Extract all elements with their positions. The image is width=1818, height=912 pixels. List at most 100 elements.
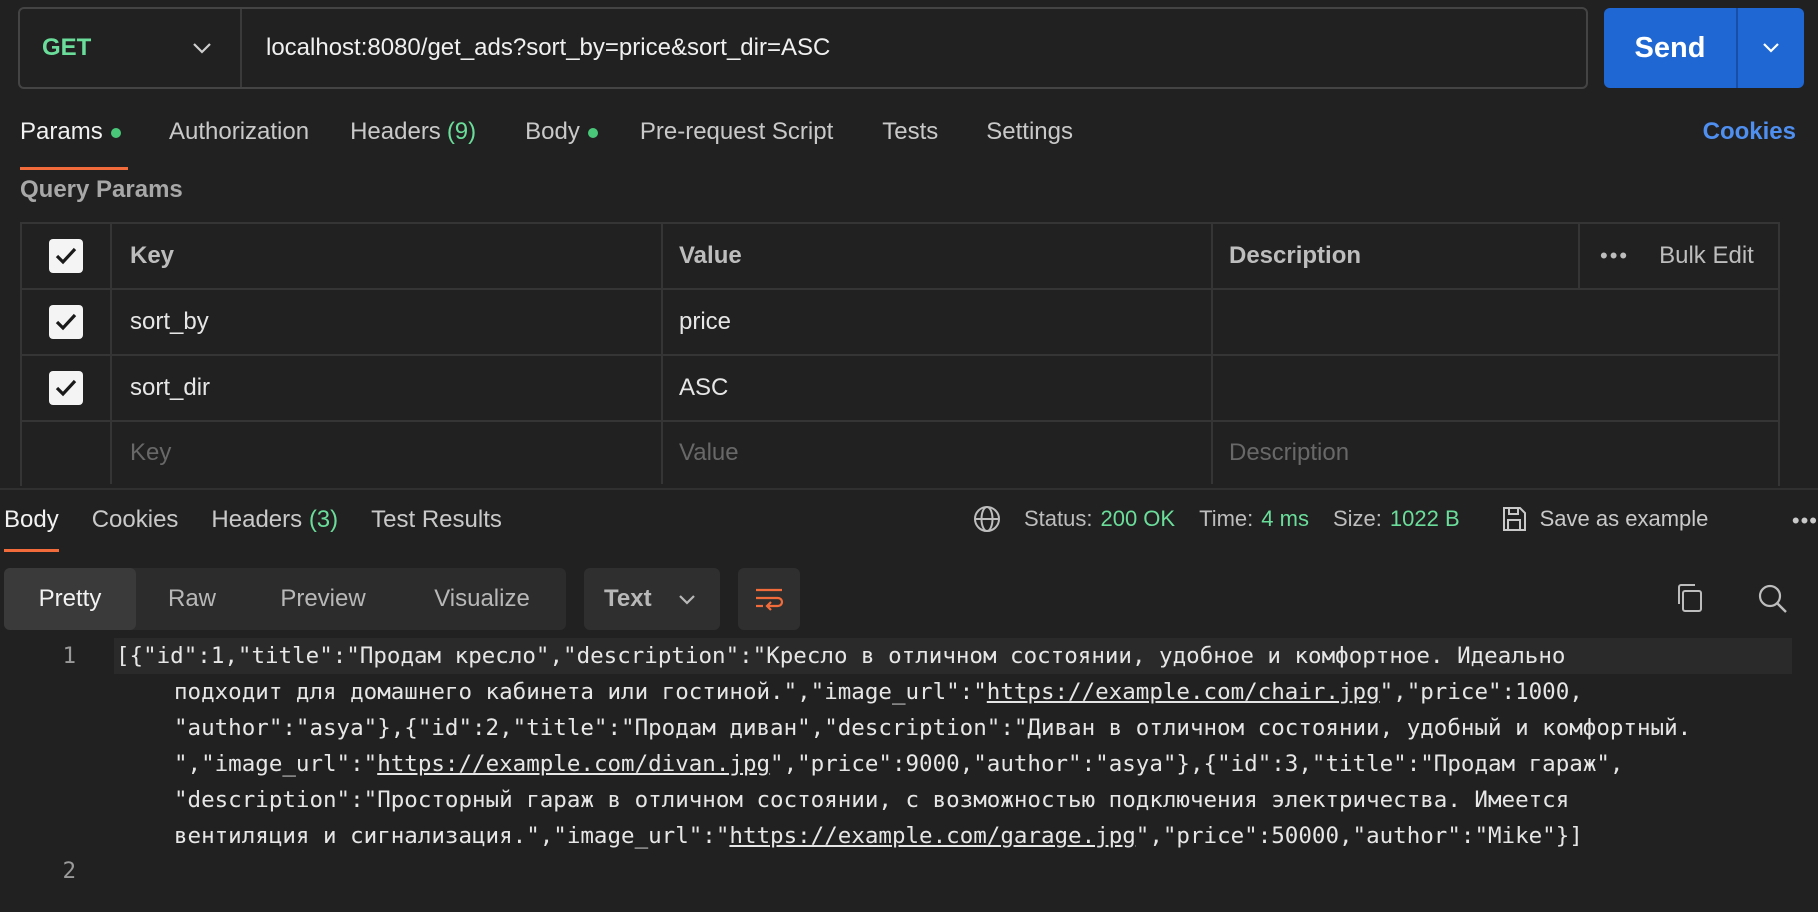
line-number: 1 — [62, 643, 76, 669]
row-check-cell-empty — [22, 422, 112, 484]
method-select[interactable]: GET — [20, 9, 242, 87]
resp-tab-body[interactable]: Body — [4, 506, 59, 552]
tab-authorization[interactable]: Authorization — [169, 118, 309, 170]
globe-icon[interactable] — [972, 504, 1002, 534]
code-line: "description":"Просторный гараж в отличн… — [174, 787, 1570, 813]
table-row-new: Key Value Description — [22, 422, 1778, 484]
row-check-cell — [22, 356, 112, 420]
param-key-cell[interactable]: sort_dir — [112, 356, 663, 420]
row-checkbox[interactable] — [49, 305, 83, 339]
header-description: Description ••• Bulk Edit — [1213, 224, 1778, 288]
resp-tab-body-label: Body — [4, 506, 59, 533]
method-label: GET — [42, 34, 92, 61]
tab-pre-request-label: Pre-request Script — [639, 118, 834, 145]
checkmark-icon — [55, 313, 77, 331]
resp-tab-headers[interactable]: Headers (3) — [211, 506, 338, 552]
tab-tests[interactable]: Tests — [882, 118, 938, 170]
tab-headers[interactable]: Headers (9) — [350, 118, 476, 170]
resp-tab-cookies-label: Cookies — [91, 506, 179, 533]
response-more-icon[interactable]: ••• — [1792, 508, 1818, 534]
code-text: ","price":9000,"author":"asya"},{"id":3,… — [770, 751, 1624, 777]
more-options-icon[interactable]: ••• — [1600, 243, 1629, 269]
tab-params-label: Params — [20, 118, 103, 145]
url-input[interactable]: localhost:8080/get_ads?sort_by=price&sor… — [242, 34, 830, 62]
select-all-checkbox[interactable] — [49, 239, 83, 273]
image-url-link[interactable]: https://example.com/garage.jpg — [729, 823, 1135, 849]
bulk-edit-button[interactable]: Bulk Edit — [1659, 242, 1754, 270]
size-item: Size: 1022 B — [1333, 506, 1460, 532]
params-indicator-dot — [110, 128, 121, 138]
response-divider — [0, 488, 1818, 490]
new-key-input[interactable]: Key — [112, 422, 663, 484]
chevron-down-icon — [1763, 43, 1779, 53]
line-number: 2 — [62, 858, 76, 884]
body-indicator-dot — [587, 128, 598, 138]
cookies-link[interactable]: Cookies — [1703, 118, 1796, 146]
row-checkbox[interactable] — [49, 371, 83, 405]
query-params-title: Query Params — [20, 176, 183, 203]
param-value-cell[interactable]: price — [663, 290, 1213, 354]
view-visualize[interactable]: Visualize — [398, 568, 566, 630]
view-raw[interactable]: Raw — [136, 568, 248, 630]
search-button[interactable] — [1756, 582, 1788, 621]
code-line: вентиляция и сигнализация.","image_url":… — [174, 823, 1583, 849]
tab-authorization-label: Authorization — [169, 118, 310, 145]
resp-tab-test-results-label: Test Results — [371, 506, 502, 533]
request-tabs: Params Authorization Headers (9) Body Pr… — [20, 118, 1073, 170]
code-line: "author":"asya"},{"id":2,"title":"Продам… — [174, 715, 1692, 741]
status-value[interactable]: 200 OK — [1100, 506, 1175, 532]
table-row: sort_by price — [22, 290, 1778, 356]
code-text: вентиляция и сигнализация.","image_url":… — [174, 823, 730, 849]
size-value[interactable]: 1022 B — [1390, 506, 1460, 532]
search-icon — [1758, 584, 1787, 613]
chevron-down-icon — [193, 43, 211, 54]
param-value-cell[interactable]: ASC — [663, 356, 1213, 420]
save-as-example-button[interactable]: Save as example — [1500, 505, 1709, 533]
header-key: Key — [112, 224, 663, 288]
param-key-cell[interactable]: sort_by — [112, 290, 663, 354]
checkmark-icon — [55, 247, 77, 265]
code-line: [{"id":1,"title":"Продам кресло","descri… — [116, 643, 1566, 669]
view-preview[interactable]: Preview — [248, 568, 398, 630]
request-url-bar: GET localhost:8080/get_ads?sort_by=price… — [18, 7, 1588, 89]
save-as-example-label: Save as example — [1539, 506, 1709, 531]
tab-pre-request-script[interactable]: Pre-request Script — [640, 118, 833, 170]
copy-icon — [1678, 584, 1702, 612]
table-row: sort_dir ASC — [22, 356, 1778, 422]
image-url-link[interactable]: https://example.com/divan.jpg — [377, 751, 770, 777]
param-description-cell[interactable] — [1213, 290, 1778, 354]
time-value[interactable]: 4 ms — [1261, 506, 1309, 532]
param-description-cell[interactable] — [1213, 356, 1778, 420]
table-header-row: Key Value Description ••• Bulk Edit — [22, 224, 1778, 290]
format-label: Text — [604, 585, 652, 612]
wrap-lines-button[interactable] — [738, 568, 800, 630]
header-description-label: Description — [1229, 242, 1362, 269]
select-all-cell — [22, 224, 112, 288]
tab-settings[interactable]: Settings — [986, 118, 1073, 170]
view-pretty[interactable]: Pretty — [4, 568, 136, 630]
send-button-group: Send — [1604, 8, 1804, 88]
resp-headers-count: (3) — [308, 506, 339, 533]
resp-tab-test-results[interactable]: Test Results — [371, 506, 502, 552]
format-select[interactable]: Text — [584, 568, 720, 630]
response-tabs: Body Cookies Headers (3) Test Results — [4, 506, 535, 552]
send-button[interactable]: Send — [1604, 8, 1738, 88]
tab-body[interactable]: Body — [525, 118, 598, 170]
new-description-input[interactable]: Description — [1213, 422, 1778, 484]
wrap-lines-icon — [756, 588, 784, 611]
query-params-table: Key Value Description ••• Bulk Edit sort… — [20, 222, 1780, 486]
new-value-input[interactable]: Value — [663, 422, 1213, 484]
code-line: ","image_url":"https://example.com/divan… — [174, 751, 1623, 777]
status-item: Status: 200 OK — [1024, 506, 1175, 532]
code-line: подходит для домашнего кабинета или гост… — [174, 679, 1583, 705]
resp-tab-cookies[interactable]: Cookies — [92, 506, 179, 552]
tab-body-label: Body — [525, 118, 580, 145]
header-value: Value — [663, 224, 1213, 288]
copy-button[interactable] — [1674, 582, 1706, 621]
send-dropdown[interactable] — [1738, 8, 1804, 88]
code-text: ","price":1000, — [1379, 679, 1583, 705]
bulk-edit-area: ••• Bulk Edit — [1578, 224, 1778, 288]
response-meta: Status: 200 OK Time: 4 ms Size: 1022 B S… — [972, 504, 1708, 534]
tab-params[interactable]: Params — [20, 118, 128, 170]
image-url-link[interactable]: https://example.com/chair.jpg — [987, 679, 1380, 705]
